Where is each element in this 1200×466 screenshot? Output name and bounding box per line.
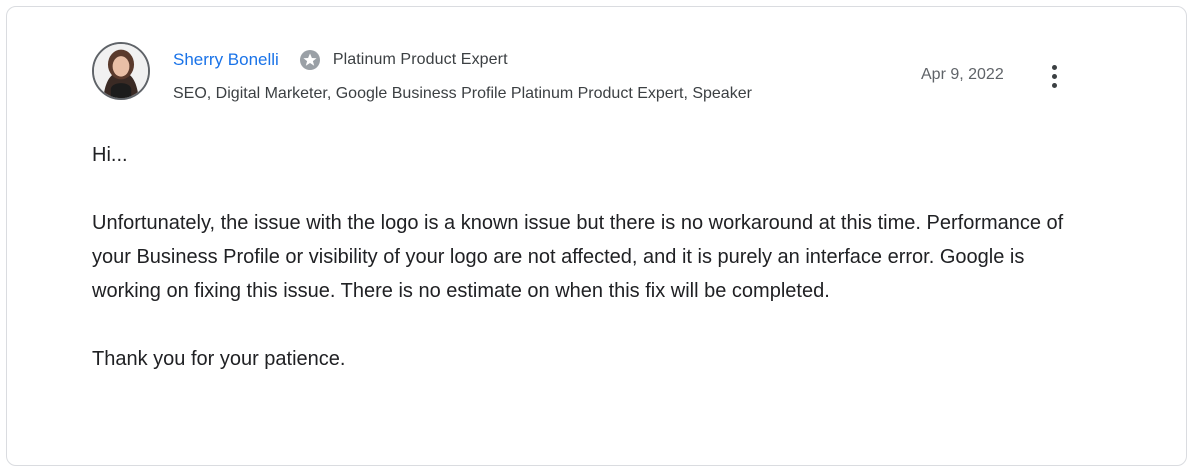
- more-vert-icon: [1051, 64, 1057, 70]
- more-vert-icon-dot: [1051, 82, 1057, 88]
- author-description: SEO, Digital Marketer, Google Business P…: [173, 85, 752, 102]
- platinum-star-icon: [299, 49, 321, 71]
- expert-badge-label: Platinum Product Expert: [332, 51, 508, 68]
- more-vert-icon-dot: [1051, 73, 1057, 79]
- post-date: Apr 9, 2022: [921, 66, 1004, 83]
- post-greeting: Hi...: [92, 144, 128, 166]
- author-line: Sherry Bonelli Platinum Product Expert: [173, 46, 508, 74]
- avatar-photo: [94, 44, 148, 98]
- post-closing: Thank you for your patience.: [92, 348, 346, 370]
- post-paragraph: Unfortunately, the issue with the logo i…: [92, 212, 1064, 302]
- more-options-button[interactable]: [1039, 58, 1069, 94]
- author-avatar[interactable]: [92, 42, 150, 100]
- post-body: Hi... Unfortunately, the issue with the …: [92, 138, 1092, 376]
- author-name-link[interactable]: Sherry Bonelli: [173, 50, 279, 70]
